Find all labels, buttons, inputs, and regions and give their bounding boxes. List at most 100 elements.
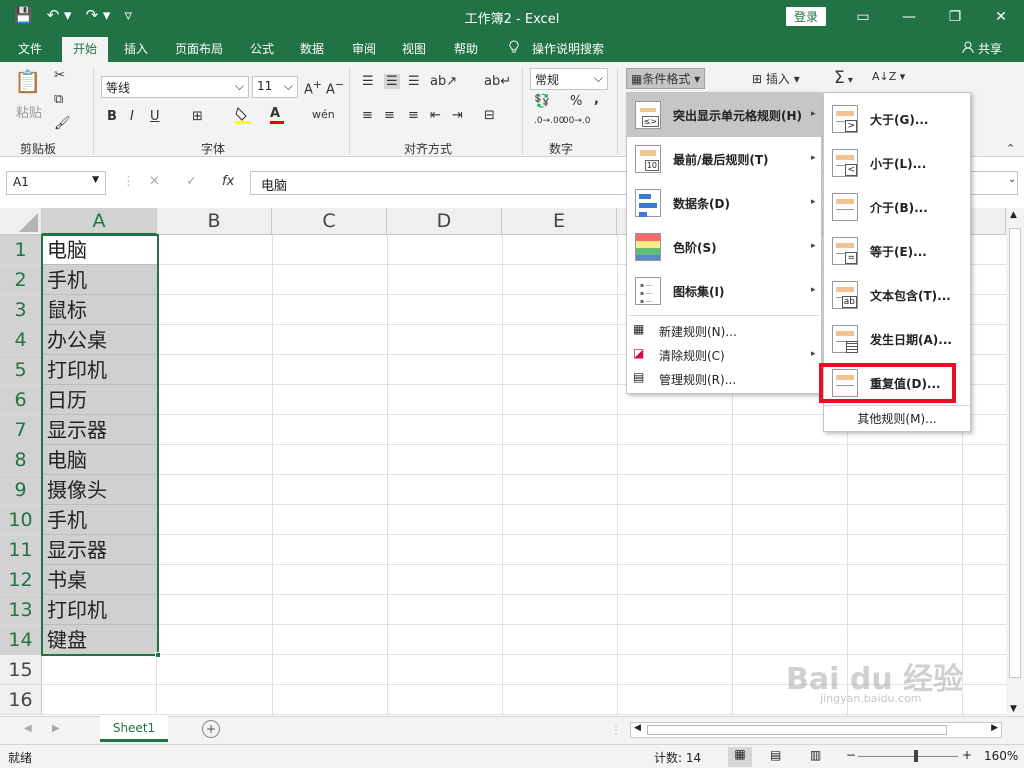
cell-a3[interactable]: 鼠标: [42, 295, 157, 325]
align-middle-icon[interactable]: ☰: [384, 74, 400, 89]
fill-color-icon[interactable]: [234, 106, 252, 128]
menu-item-date-occurring[interactable]: 发生日期(A)...: [824, 317, 970, 361]
menu-item-greater-than[interactable]: > 大于(G)...: [824, 97, 970, 141]
tab-file[interactable]: 文件: [18, 40, 42, 57]
cell-a8[interactable]: 电脑: [42, 445, 157, 475]
scroll-left-icon[interactable]: ◀: [634, 723, 641, 733]
menu-item-equal-to[interactable]: = 等于(E)...: [824, 229, 970, 273]
cell-a4[interactable]: 办公桌: [42, 325, 157, 355]
close-icon[interactable]: ✕: [978, 0, 1024, 34]
minimize-icon[interactable]: —: [886, 0, 932, 34]
column-header-d[interactable]: D: [387, 208, 502, 235]
number-format-select[interactable]: 常规 ⌵: [530, 68, 608, 90]
menu-item-less-than[interactable]: < 小于(L)...: [824, 141, 970, 185]
cell-a10[interactable]: 手机: [42, 505, 157, 535]
row-header[interactable]: 12: [0, 565, 42, 595]
row-header[interactable]: 1: [0, 235, 42, 265]
decrease-font-icon[interactable]: A−: [326, 78, 344, 97]
tab-view[interactable]: 视图: [402, 40, 426, 57]
cut-icon[interactable]: ✂: [54, 68, 65, 83]
format-painter-icon[interactable]: 🖌: [54, 116, 71, 131]
page-layout-view-icon[interactable]: ▤: [770, 748, 781, 762]
menu-item-highlight-rules[interactable]: ≤> 突出显示单元格规则(H) ▸: [627, 93, 821, 137]
tell-me-icon[interactable]: [508, 40, 520, 57]
font-color-button[interactable]: A: [270, 106, 284, 124]
increase-font-icon[interactable]: A+: [304, 78, 322, 97]
cell-a15[interactable]: [42, 655, 157, 685]
cancel-icon[interactable]: ✕: [149, 174, 160, 189]
menu-item-manage-rules[interactable]: ▤ 管理规则(R)...: [627, 367, 821, 391]
row-header[interactable]: 11: [0, 535, 42, 565]
cell-a6[interactable]: 日历: [42, 385, 157, 415]
cell-a11[interactable]: 显示器: [42, 535, 157, 565]
align-left-icon[interactable]: ≡: [362, 108, 373, 123]
row-header[interactable]: 10: [0, 505, 42, 535]
normal-view-icon[interactable]: ▦: [728, 747, 752, 767]
percent-button[interactable]: %: [570, 94, 582, 109]
italic-button[interactable]: I: [130, 109, 134, 124]
scroll-down-icon[interactable]: ▼: [1010, 704, 1017, 714]
cell-a13[interactable]: 打印机: [42, 595, 157, 625]
align-center-icon[interactable]: ≡: [384, 108, 395, 123]
row-header[interactable]: 4: [0, 325, 42, 355]
row-header[interactable]: 5: [0, 355, 42, 385]
zoom-slider[interactable]: [858, 756, 958, 757]
hscroll-thumb[interactable]: [647, 725, 947, 735]
tab-review[interactable]: 审阅: [352, 40, 376, 57]
row-header[interactable]: 7: [0, 415, 42, 445]
cell-a12[interactable]: 书桌: [42, 565, 157, 595]
scroll-right-icon[interactable]: ▶: [991, 723, 998, 733]
share-button[interactable]: 共享: [962, 40, 1002, 57]
zoom-out-button[interactable]: −: [846, 748, 856, 762]
menu-item-more-rules[interactable]: 其他规则(M)...: [824, 409, 970, 431]
scroll-up-icon[interactable]: ▲: [1010, 210, 1017, 220]
row-header[interactable]: 14: [0, 625, 42, 655]
add-sheet-button[interactable]: +: [202, 720, 220, 738]
horizontal-scrollbar[interactable]: ◀ ▶: [630, 722, 1002, 738]
row-header[interactable]: 15: [0, 655, 42, 685]
zoom-level[interactable]: 160%: [984, 749, 1018, 763]
decrease-decimal-button[interactable]: .00→.0: [560, 116, 590, 126]
cell-a9[interactable]: 摄像头: [42, 475, 157, 505]
phonetic-icon[interactable]: wén: [312, 108, 335, 121]
merge-center-icon[interactable]: ⊟: [484, 108, 495, 123]
autosum-button[interactable]: Σ ▾: [834, 68, 853, 88]
font-name-select[interactable]: 等线 ⌵: [101, 76, 249, 98]
zoom-slider-thumb[interactable]: [914, 750, 918, 762]
cell-a14[interactable]: 键盘: [42, 625, 157, 655]
paste-label[interactable]: 粘贴: [16, 102, 42, 121]
select-all-corner[interactable]: [0, 208, 42, 235]
row-header[interactable]: 6: [0, 385, 42, 415]
decrease-indent-icon[interactable]: ⇤: [430, 108, 441, 123]
tab-help[interactable]: 帮助: [454, 40, 478, 57]
borders-icon[interactable]: ⊞: [192, 109, 203, 124]
accounting-icon[interactable]: 💱: [534, 94, 550, 109]
column-header-b[interactable]: B: [157, 208, 272, 235]
menu-item-clear-rules[interactable]: ◪ 清除规则(C) ▸: [627, 343, 821, 367]
align-right-icon[interactable]: ≡: [408, 108, 419, 123]
fill-handle[interactable]: [155, 652, 161, 658]
name-box[interactable]: A1 ▼: [6, 171, 106, 195]
underline-button[interactable]: U: [150, 109, 160, 124]
menu-item-color-scales[interactable]: 色阶(S) ▸: [627, 225, 821, 269]
scroll-thumb[interactable]: [1009, 228, 1021, 678]
wrap-text-icon[interactable]: ab↵: [484, 74, 511, 89]
cell-a2[interactable]: 手机: [42, 265, 157, 295]
ribbon-display-icon[interactable]: ▭: [840, 0, 886, 34]
font-size-select[interactable]: 11 ⌵: [252, 76, 298, 98]
menu-item-data-bars[interactable]: 数据条(D) ▸: [627, 181, 821, 225]
column-header-c[interactable]: C: [272, 208, 387, 235]
menu-item-icon-sets[interactable]: ▪ — ▪ — ▪ — 图标集(I) ▸: [627, 269, 821, 313]
comma-button[interactable]: ,: [594, 92, 599, 107]
tell-me-search[interactable]: 操作说明搜索: [532, 40, 604, 57]
row-header[interactable]: 13: [0, 595, 42, 625]
vertical-scrollbar[interactable]: ▲ ▼: [1006, 208, 1024, 716]
sort-filter-button[interactable]: A↓Z ▾: [872, 70, 905, 83]
sheet-tab-sheet1[interactable]: Sheet1: [100, 716, 168, 742]
page-break-view-icon[interactable]: ▥: [810, 748, 821, 762]
tab-data[interactable]: 数据: [300, 40, 324, 57]
column-header-a[interactable]: A: [42, 208, 157, 235]
tab-insert[interactable]: 插入: [124, 40, 148, 57]
enter-icon[interactable]: ✓: [186, 174, 197, 189]
copy-icon[interactable]: ⧉: [54, 92, 63, 107]
